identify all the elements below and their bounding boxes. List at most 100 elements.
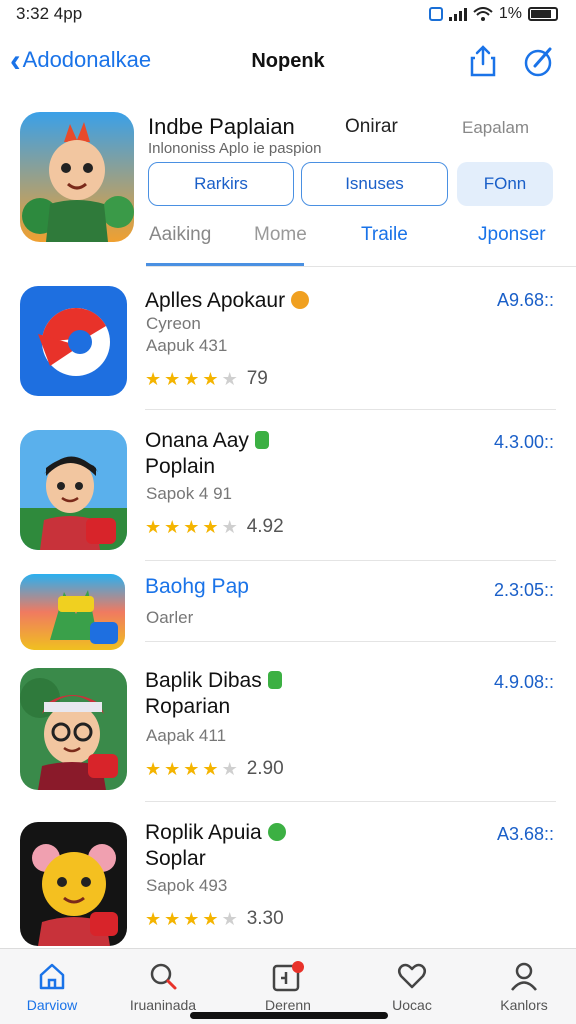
app-category: Oarler: [146, 608, 194, 627]
featured-online-label: Onirar: [345, 116, 398, 137]
app-icon[interactable]: [20, 822, 127, 946]
featured-right-label: Eapalam: [462, 118, 530, 137]
app-row[interactable]: Baohg Pap Oarler 2.3:05::: [0, 560, 576, 652]
updates-icon: [272, 961, 304, 992]
battery-icon: [528, 7, 558, 21]
star-icon: ★: [164, 369, 181, 389]
home-indicator: [190, 1012, 388, 1019]
tab-2[interactable]: Mome: [254, 224, 307, 246]
app-time: A3.68::: [496, 824, 554, 844]
app-name-line: Poplain: [145, 455, 216, 478]
star-icon: ★: [202, 517, 219, 537]
chevron-left-icon: ‹: [10, 42, 21, 78]
app-name: Roplik Apuia Soplar: [145, 820, 286, 872]
tab-bar-label: Darviow: [26, 997, 78, 1013]
person-icon: [511, 962, 537, 991]
tab-bar-item-home[interactable]: Darviow: [2, 959, 102, 1013]
app-row[interactable]: Baplik Dibas Roparian Aapak 411 ★ ★ ★ ★ ★ 2.…: [0, 652, 576, 802]
app-category: Cyreon: [146, 314, 201, 333]
tab-bar-item-search[interactable]: Iruaninada: [113, 959, 213, 1013]
tab-bar-label: Derenn: [265, 997, 311, 1013]
back-button[interactable]: ‹ Adodonalkae: [10, 44, 151, 76]
app-time: A9.68::: [496, 290, 554, 310]
back-label: Adodonalkae: [22, 47, 152, 72]
verified-badge-icon: [267, 671, 282, 689]
status-icons: 1%: [428, 5, 558, 23]
app-icon[interactable]: [20, 574, 125, 650]
star-icon: ★: [183, 369, 200, 389]
filter-button-3[interactable]: FOnn: [457, 162, 553, 206]
app-meta: Sapok 493: [146, 876, 228, 895]
filter-button-1[interactable]: Rarkirs: [148, 162, 294, 206]
app-time: 4.9.08::: [493, 672, 554, 692]
featured-title: Indbe Paplaian: [148, 114, 295, 139]
filter-button-2[interactable]: Isnuses: [301, 162, 448, 206]
app-name-line: Soplar: [145, 847, 206, 870]
star-icon: ★: [202, 369, 219, 389]
app-icon[interactable]: [20, 668, 127, 790]
rating-value: 2.90: [246, 758, 284, 779]
app-name-line: Onana Aay: [145, 429, 249, 452]
star-icon: ★: [202, 909, 219, 929]
rating-value: 3.30: [246, 908, 284, 929]
rating-value: 79: [246, 368, 268, 389]
star-icon: ★: [202, 759, 219, 779]
featured-app-icon[interactable]: [20, 112, 134, 242]
verified-badge-icon: [267, 823, 286, 841]
status-time: 3:32 4pp: [16, 4, 83, 23]
battery-percent: 1%: [498, 5, 522, 22]
screen-record-icon: [428, 7, 443, 21]
app-icon[interactable]: [20, 286, 127, 396]
heart-icon: [398, 963, 426, 989]
app-name: Baohg Pap: [145, 574, 249, 600]
star-icon: ★: [145, 909, 162, 929]
app-row[interactable]: Aplles Apokaur Cyreon Aapuk 431 ★ ★ ★ ★ ★ 79…: [0, 270, 576, 410]
app-row[interactable]: Onana Aay Poplain Sapok 4 91 ★ ★ ★ ★ ★ 4.92 …: [0, 410, 576, 561]
star-rating: ★ ★ ★ ★ ★ 79: [145, 368, 268, 390]
compose-icon: [524, 47, 552, 77]
star-icon: ★: [221, 909, 238, 929]
tab-bar-label: Kanlors: [500, 997, 548, 1013]
tab-bar-item-updates[interactable]: Derenn: [238, 959, 338, 1013]
verified-badge-icon: [254, 431, 269, 449]
tab-bar-label: Iruaninada: [129, 997, 197, 1013]
star-icon: ★: [221, 759, 238, 779]
tab-bar-label: Uocac: [392, 997, 432, 1013]
star-icon: ★: [183, 517, 200, 537]
star-icon: ★: [164, 909, 181, 929]
star-rating: ★ ★ ★ ★ ★ 3.30: [145, 908, 284, 930]
app-name: Onana Aay Poplain: [145, 428, 269, 480]
app-meta: Aapak 411: [146, 726, 227, 745]
status-bar: 3:32 4pp 1%: [0, 0, 576, 30]
tab-1[interactable]: Aaiking: [149, 224, 211, 246]
divider: [145, 641, 556, 642]
featured-subtitle: Inlononiss Aplo ie paspion: [148, 140, 322, 157]
star-icon: ★: [221, 517, 238, 537]
verified-badge-icon: [291, 291, 310, 309]
star-icon: ★: [164, 759, 181, 779]
tab-4[interactable]: Jponser: [478, 224, 546, 246]
share-button[interactable]: [468, 44, 498, 78]
app-meta: Aapuk 431: [146, 336, 228, 355]
app-name: Aplles Apokaur: [145, 288, 310, 314]
nav-bar: ‹ Adodonalkae Nopenk: [0, 36, 576, 86]
app-row[interactable]: Roplik Apuia Soplar Sapok 493 ★ ★ ★ ★ ★ 3.30…: [0, 802, 576, 948]
star-icon: ★: [145, 517, 162, 537]
app-name-line: Baohg Pap: [145, 575, 249, 598]
tab-bar-item-favorites[interactable]: Uocac: [362, 959, 462, 1013]
star-rating: ★ ★ ★ ★ ★ 4.92: [145, 516, 284, 538]
share-icon: [470, 45, 496, 77]
featured-header: Indbe Paplaian Onirar Eapalam Inlononiss…: [0, 110, 576, 270]
app-icon[interactable]: [20, 430, 127, 550]
signal-icon: [448, 7, 467, 21]
app-name: Baplik Dibas Roparian: [145, 668, 282, 720]
search-icon: [150, 963, 177, 990]
star-icon: ★: [183, 909, 200, 929]
star-icon: ★: [183, 759, 200, 779]
app-name-line: Roplik Apuia: [145, 821, 262, 844]
tab-bar-item-profile[interactable]: Kanlors: [474, 959, 574, 1013]
home-icon: [39, 963, 65, 990]
star-icon: ★: [221, 369, 238, 389]
tab-3[interactable]: Traile: [361, 224, 408, 246]
compose-button[interactable]: [523, 44, 553, 78]
